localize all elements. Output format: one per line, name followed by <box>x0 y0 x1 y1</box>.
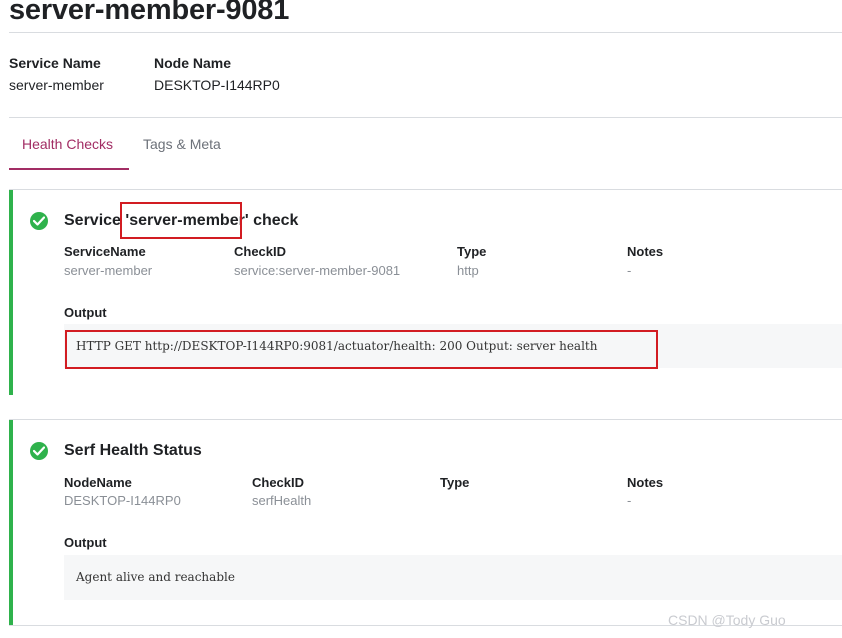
field-label-checkid: CheckID <box>234 244 287 259</box>
field-label-notes: Notes <box>627 475 664 490</box>
annotation-highlight-box <box>65 330 658 369</box>
check-status-bar <box>9 420 13 626</box>
check-title: Serf Health Status <box>64 442 202 459</box>
watermark: CSDN @Tody Guo <box>668 612 786 628</box>
node-name-label: Node Name <box>154 55 232 71</box>
field-label-nodename: NodeName <box>64 475 132 490</box>
field-value-nodename: DESKTOP-I144RP0 <box>64 493 181 508</box>
field-label-type: Type <box>457 244 487 259</box>
page-title: server-member-9081 <box>9 0 290 26</box>
field-label-type: Type <box>440 475 470 490</box>
divider <box>9 189 842 190</box>
output-label: Output <box>64 535 107 550</box>
output-label: Output <box>64 305 107 320</box>
annotation-highlight-box <box>120 202 242 239</box>
divider <box>9 117 842 118</box>
check-passing-icon <box>30 442 48 460</box>
field-value-notes: - <box>627 493 632 508</box>
check-status-bar <box>9 190 13 395</box>
field-value-servicename: server-member <box>64 263 153 278</box>
node-name-value: DESKTOP-I144RP0 <box>154 77 280 93</box>
field-label-notes: Notes <box>627 244 664 259</box>
check-title-prefix: Service <box>64 212 126 229</box>
divider <box>9 32 842 33</box>
service-name-value: server-member <box>9 77 104 93</box>
active-tab-indicator <box>9 168 129 170</box>
field-label-checkid: CheckID <box>252 475 305 490</box>
field-value-checkid: serfHealth <box>252 493 312 508</box>
field-value-checkid: service:server-member-9081 <box>234 263 401 278</box>
tab-tags-meta[interactable]: Tags & Meta <box>143 136 221 152</box>
check-title-suffix: check <box>248 212 299 229</box>
service-name-label: Service Name <box>9 55 101 71</box>
field-value-type: http <box>457 263 479 278</box>
field-value-notes: - <box>627 263 632 278</box>
tab-health-checks[interactable]: Health Checks <box>22 136 113 152</box>
card-divider <box>9 419 842 420</box>
field-label-servicename: ServiceName <box>64 244 146 259</box>
output-text: Agent alive and reachable <box>76 570 235 584</box>
check-passing-icon <box>30 212 48 230</box>
